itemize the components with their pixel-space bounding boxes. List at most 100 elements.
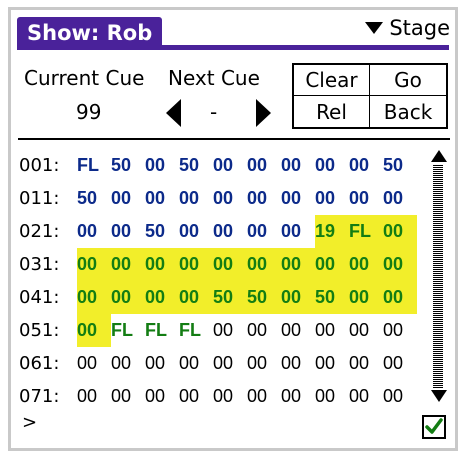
channel-level[interactable]: FL	[77, 149, 111, 182]
channel-level[interactable]: 00	[213, 380, 247, 413]
channel-level[interactable]: 00	[111, 182, 145, 215]
channel-level[interactable]: 00	[383, 380, 417, 413]
scroll-track[interactable]	[433, 164, 443, 388]
channel-level[interactable]: 00	[213, 314, 247, 347]
channel-level[interactable]: 00	[145, 182, 179, 215]
channel-level[interactable]: 00	[179, 182, 213, 215]
scroll-down-arrow-icon[interactable]	[431, 390, 447, 402]
channel-level[interactable]: 00	[281, 182, 315, 215]
channel-row: 011: 50 00 00 00 00 00 00 00 00 00	[19, 182, 419, 215]
channel-level[interactable]: 50	[247, 281, 281, 314]
channel-level[interactable]: 00	[179, 347, 213, 380]
channel-level[interactable]: 00	[383, 314, 417, 347]
scroll-up-arrow-icon[interactable]	[431, 150, 447, 162]
channel-level[interactable]: 50	[77, 182, 111, 215]
channel-address: 071:	[19, 386, 60, 407]
channel-level[interactable]: FL	[179, 314, 213, 347]
channel-level[interactable]: 00	[145, 380, 179, 413]
channel-level[interactable]: 00	[213, 182, 247, 215]
channel-level[interactable]: 00	[213, 347, 247, 380]
channel-level[interactable]: 00	[383, 215, 417, 248]
channel-level[interactable]: 00	[349, 149, 383, 182]
channel-level[interactable]: 00	[315, 314, 349, 347]
channel-level[interactable]: 00	[179, 380, 213, 413]
channel-level[interactable]: 00	[213, 149, 247, 182]
channel-level[interactable]: 00	[179, 248, 213, 281]
channel-level[interactable]: 00	[179, 215, 213, 248]
channel-level[interactable]: 00	[77, 380, 111, 413]
channel-level[interactable]: 00	[281, 347, 315, 380]
channel-level[interactable]: 00	[281, 149, 315, 182]
channel-level[interactable]: 00	[349, 380, 383, 413]
channel-level[interactable]: 00	[145, 281, 179, 314]
channel-level[interactable]: 19	[315, 215, 349, 248]
channel-level[interactable]: 00	[247, 149, 281, 182]
channel-level[interactable]: 50	[213, 281, 247, 314]
channel-level[interactable]: 00	[349, 182, 383, 215]
channel-level[interactable]: 00	[77, 347, 111, 380]
channel-level[interactable]: 00	[247, 215, 281, 248]
channel-level[interactable]: 00	[247, 380, 281, 413]
channel-level[interactable]: 00	[281, 314, 315, 347]
channel-level[interactable]: 50	[145, 215, 179, 248]
channel-level[interactable]: FL	[145, 314, 179, 347]
channel-level[interactable]: 00	[111, 281, 145, 314]
channel-level[interactable]: 00	[111, 380, 145, 413]
channel-level[interactable]: 00	[383, 248, 417, 281]
channel-level[interactable]: 00	[315, 182, 349, 215]
current-cue-value: 99	[76, 100, 102, 124]
channel-level[interactable]: 00	[247, 182, 281, 215]
channel-level[interactable]: 00	[349, 347, 383, 380]
channel-level[interactable]: 00	[247, 314, 281, 347]
channel-level[interactable]: 00	[179, 281, 213, 314]
next-cue-arrow-icon[interactable]	[256, 99, 271, 127]
channel-row: 021: 00 00 50 00 00 00 00 19 FL 00	[19, 215, 419, 248]
channel-level[interactable]: 00	[77, 215, 111, 248]
channel-level[interactable]: FL	[111, 314, 145, 347]
channel-level[interactable]: 00	[383, 281, 417, 314]
channel-level[interactable]: 50	[315, 281, 349, 314]
channel-row: 051: 00 FL FL FL 00 00 00 00 00 00	[19, 314, 419, 347]
channel-level[interactable]: 00	[247, 347, 281, 380]
channel-level[interactable]: 00	[315, 347, 349, 380]
next-cue-label: Next Cue	[168, 66, 260, 90]
channel-level[interactable]: 50	[179, 149, 213, 182]
channel-level[interactable]: 00	[349, 314, 383, 347]
channel-level[interactable]: 00	[77, 314, 111, 347]
channel-level[interactable]: 00	[247, 248, 281, 281]
channel-level[interactable]: 00	[213, 215, 247, 248]
go-button[interactable]: Go	[370, 65, 446, 96]
channel-level[interactable]: FL	[349, 215, 383, 248]
channel-level[interactable]: 00	[145, 248, 179, 281]
channel-level[interactable]: 50	[383, 149, 417, 182]
channel-level[interactable]: 00	[111, 248, 145, 281]
channel-level[interactable]: 00	[315, 248, 349, 281]
channel-level[interactable]: 00	[145, 149, 179, 182]
clear-button[interactable]: Clear	[294, 65, 370, 96]
channel-level[interactable]: 00	[383, 347, 417, 380]
channel-level[interactable]: 00	[281, 281, 315, 314]
channel-level[interactable]: 00	[77, 281, 111, 314]
channel-level[interactable]: 00	[315, 149, 349, 182]
previous-cue-arrow-icon[interactable]	[166, 99, 181, 127]
channel-level[interactable]: 00	[111, 215, 145, 248]
channel-level[interactable]: 00	[383, 182, 417, 215]
channel-address: 041:	[19, 287, 60, 308]
stage-dropdown[interactable]: Stage	[365, 13, 450, 43]
channel-level[interactable]: 00	[281, 380, 315, 413]
channel-level[interactable]: 00	[349, 248, 383, 281]
channel-level[interactable]: 00	[213, 248, 247, 281]
channel-level[interactable]: 00	[281, 215, 315, 248]
command-prompt[interactable]: >	[22, 412, 37, 433]
confirm-checkbox[interactable]	[422, 415, 446, 439]
channel-level[interactable]: 00	[145, 347, 179, 380]
channel-level[interactable]: 00	[315, 380, 349, 413]
release-button[interactable]: Rel	[294, 96, 370, 127]
scrollbar[interactable]	[431, 150, 449, 402]
channel-level[interactable]: 00	[111, 347, 145, 380]
channel-level[interactable]: 00	[281, 248, 315, 281]
back-button[interactable]: Back	[370, 96, 446, 127]
channel-level[interactable]: 00	[77, 248, 111, 281]
channel-level[interactable]: 00	[349, 281, 383, 314]
channel-level[interactable]: 50	[111, 149, 145, 182]
